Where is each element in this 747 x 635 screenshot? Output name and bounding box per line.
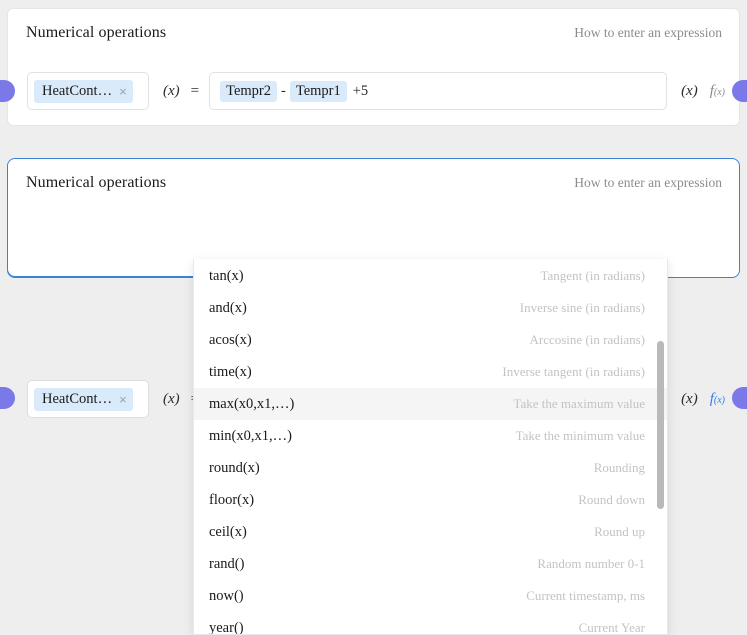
function-list-item[interactable]: year() Current Year: [194, 612, 667, 635]
help-link-how-to-enter-expression[interactable]: How to enter an expression: [574, 175, 722, 191]
function-name: time(x): [209, 364, 252, 381]
function-name: round(x): [209, 460, 260, 477]
function-name: tan(x): [209, 268, 244, 285]
equals-sign: =: [191, 83, 199, 100]
row-icons: (x) f(x): [681, 391, 725, 408]
function-list-item[interactable]: floor(x) Round down: [194, 484, 667, 516]
page-title: Numerical operations: [26, 24, 166, 42]
variable-paren-x-label: (x): [163, 83, 180, 100]
help-link-how-to-enter-expression[interactable]: How to enter an expression: [574, 25, 722, 41]
variable-chip-label: HeatCont…: [42, 391, 112, 408]
function-description: Rounding: [594, 460, 645, 476]
function-name: ceil(x): [209, 524, 247, 541]
expression-operator: -: [277, 83, 290, 100]
expression-row: HeatCont… × (x) = Tempr2 - Tempr1 +5 (x)…: [8, 70, 739, 112]
variable-select[interactable]: HeatCont… ×: [27, 72, 149, 110]
card-header: Numerical operations How to enter an exp…: [8, 159, 739, 207]
function-name: year(): [209, 620, 244, 635]
function-fx-icon[interactable]: f(x): [710, 391, 725, 408]
variable-chip-label: HeatCont…: [42, 83, 112, 100]
page-title: Numerical operations: [26, 174, 166, 192]
function-list-item[interactable]: time(x) Inverse tangent (in radians): [194, 356, 667, 388]
variable-paren-x-label: (x): [163, 391, 180, 408]
expression-token[interactable]: Tempr2: [220, 81, 277, 102]
variable-chip: HeatCont… ×: [34, 80, 133, 103]
function-description: Inverse sine (in radians): [520, 300, 645, 316]
function-name: rand(): [209, 556, 244, 573]
function-name: max(x0,x1,…): [209, 396, 294, 413]
paren-x-icon[interactable]: (x): [681, 83, 698, 100]
paren-x-icon[interactable]: (x): [681, 391, 698, 408]
function-list-item[interactable]: ceil(x) Round up: [194, 516, 667, 548]
function-list-item[interactable]: and(x) Inverse sine (in radians): [194, 292, 667, 324]
function-list-item[interactable]: max(x0,x1,…) Take the maximum value: [194, 388, 667, 420]
function-description: Round down: [578, 492, 645, 508]
card-header: Numerical operations How to enter an exp…: [8, 9, 739, 57]
function-fx-icon[interactable]: f(x): [710, 83, 725, 100]
function-list[interactable]: tan(x) Tangent (in radians) and(x) Inverse …: [194, 259, 667, 634]
close-icon[interactable]: ×: [119, 85, 127, 98]
function-description: Current timestamp, ms: [526, 588, 645, 604]
dropdown-scrollbar[interactable]: [657, 261, 664, 632]
function-list-item[interactable]: round(x) Rounding: [194, 452, 667, 484]
function-name: min(x0,x1,…): [209, 428, 292, 445]
function-description: Inverse tangent (in radians): [502, 364, 645, 380]
expression-literal: +5: [353, 83, 368, 100]
expression-input[interactable]: Tempr2 - Tempr1 +5: [209, 72, 667, 110]
function-description: Random number 0-1: [537, 556, 645, 572]
function-description: Arccosine (in radians): [529, 332, 645, 348]
function-name: acos(x): [209, 332, 252, 349]
function-description: Take the maximum value: [513, 396, 645, 412]
function-name: and(x): [209, 300, 247, 317]
function-description: Round up: [594, 524, 645, 540]
function-description: Tangent (in radians): [541, 268, 646, 284]
expression-token[interactable]: Tempr1: [290, 81, 347, 102]
function-description: Take the minimum value: [516, 428, 645, 444]
function-list-item[interactable]: tan(x) Tangent (in radians): [194, 260, 667, 292]
function-suggestion-dropdown[interactable]: tan(x) Tangent (in radians) and(x) Inverse …: [193, 259, 668, 635]
close-icon[interactable]: ×: [119, 393, 127, 406]
variable-select[interactable]: HeatCont… ×: [27, 380, 149, 418]
card-border-sliver: [7, 259, 193, 277]
row-icons: (x) f(x): [681, 83, 725, 100]
function-description: Current Year: [579, 620, 645, 635]
function-list-item[interactable]: acos(x) Arccosine (in radians): [194, 324, 667, 356]
dropdown-scrollbar-thumb[interactable]: [657, 341, 664, 509]
function-list-item[interactable]: min(x0,x1,…) Take the minimum value: [194, 420, 667, 452]
variable-chip: HeatCont… ×: [34, 388, 133, 411]
function-list-item[interactable]: now() Current timestamp, ms: [194, 580, 667, 612]
function-name: floor(x): [209, 492, 254, 509]
function-name: now(): [209, 588, 244, 605]
function-list-item[interactable]: rand() Random number 0-1: [194, 548, 667, 580]
numerical-operations-card-1[interactable]: Numerical operations How to enter an exp…: [7, 8, 740, 126]
